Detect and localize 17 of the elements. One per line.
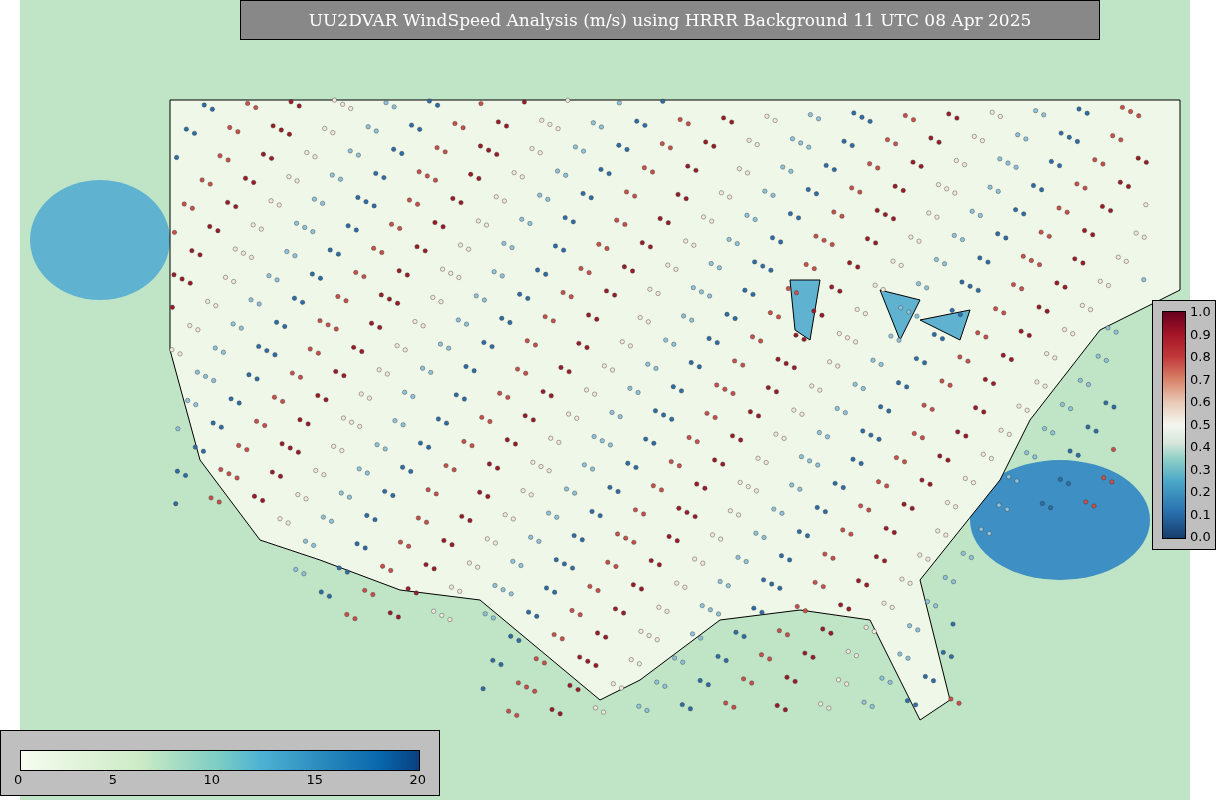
tick-label: 0.8 (1190, 350, 1211, 363)
tick-label: 0.7 (1190, 372, 1211, 386)
tick-label: 0.4 (1190, 440, 1211, 453)
tick-label: 1.0 (1190, 305, 1211, 318)
tick-label: 10 (203, 773, 220, 786)
chart-title: UU2DVAR WindSpeed Analysis (m/s) using HRRR Background 11 UTC 08 Apr 2025 (240, 0, 1100, 40)
tick-label: 0.3 (1190, 462, 1211, 476)
tick-label: 0.2 (1190, 485, 1211, 498)
tick-label: 0.0 (1190, 530, 1211, 543)
tick-label: 0.1 (1190, 507, 1211, 521)
tick-label: 20 (409, 773, 426, 786)
tick-label: 0.9 (1190, 327, 1211, 341)
tick-label: 15 (306, 773, 323, 786)
tick-label: 0 (14, 773, 23, 786)
tick-label: 0.6 (1190, 395, 1211, 408)
tick-label: 5 (108, 773, 117, 786)
tick-label: 0.5 (1190, 417, 1211, 431)
